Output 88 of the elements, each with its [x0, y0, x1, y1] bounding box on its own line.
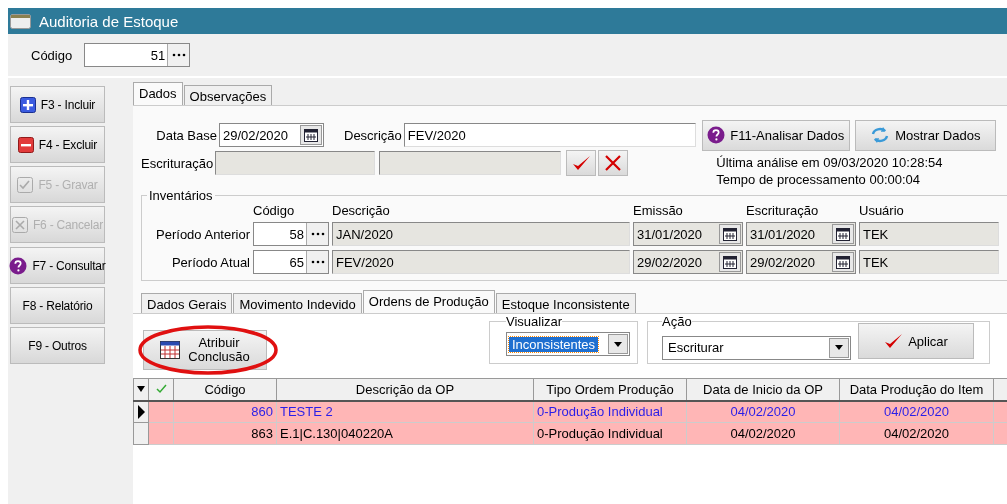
- user-field: TEK: [859, 250, 999, 274]
- column-header[interactable]: Descrição da OP: [276, 378, 534, 401]
- table-cell: E.1|C.130|040220A: [276, 422, 534, 445]
- table-cell: TESTE 2: [276, 400, 534, 423]
- sidebar-button[interactable]: F4 - Excluir: [10, 126, 105, 163]
- field-label: Descrição: [344, 127, 402, 143]
- confirm-button[interactable]: [566, 150, 597, 176]
- tab[interactable]: Dados Gerais: [141, 293, 233, 313]
- cross-icon: [11, 216, 28, 233]
- view-dropdown[interactable]: Inconsistentes: [506, 332, 630, 356]
- column-header: Emissão: [633, 203, 684, 218]
- window-title: Auditoria de Estoque: [39, 12, 179, 30]
- date-field[interactable]: 29/02/2020: [633, 250, 743, 274]
- column-header: Escrituração: [746, 203, 820, 218]
- minus-icon: [17, 136, 34, 153]
- table-cell: 04/02/2020: [839, 400, 994, 423]
- check-icon: [884, 333, 904, 349]
- apply-button[interactable]: Aplicar: [858, 323, 974, 359]
- date-field[interactable]: 31/01/2020: [633, 222, 743, 246]
- table-cell: 04/02/2020: [686, 422, 840, 445]
- check-icon: [155, 384, 167, 395]
- window-icon: [10, 13, 31, 29]
- code-field[interactable]: 51: [84, 43, 191, 67]
- tab[interactable]: Dados: [133, 82, 183, 105]
- description-field: FEV/2020: [332, 250, 630, 274]
- calendar-icon: [304, 128, 318, 142]
- table-cell: 0-Produção Individual: [533, 422, 687, 445]
- date-field[interactable]: 31/01/2020: [746, 222, 856, 246]
- cancel-button[interactable]: [598, 150, 629, 176]
- group-title: Inventários: [148, 188, 214, 203]
- plus-icon: [19, 96, 36, 113]
- calendar-icon: [723, 227, 737, 241]
- check-icon: [17, 176, 34, 193]
- check-icon: [571, 155, 591, 171]
- column-header: Código: [253, 203, 296, 218]
- row-label: Período Anterior: [155, 226, 250, 242]
- column-header: Descrição: [332, 203, 391, 218]
- table-cell: 04/02/2020: [839, 422, 994, 445]
- date-field[interactable]: 29/02/2020: [219, 123, 324, 147]
- help-icon: [707, 126, 726, 144]
- field-label: Código: [31, 47, 73, 63]
- sidebar-button[interactable]: F7 - Consultar: [10, 247, 105, 284]
- table-row[interactable]: 863 E.1|C.130|040220A 0-Produção Individual 04/02/2020 04/02/2020: [133, 422, 1007, 445]
- sidebar-button[interactable]: F8 - Relatório: [10, 287, 105, 324]
- table-row[interactable]: 860 TESTE 2 0-Produção Individual 04/02/2020 04/02/2020: [133, 400, 1007, 423]
- tab[interactable]: Ordens de Produção: [362, 290, 495, 313]
- date-field[interactable]: 29/02/2020: [746, 250, 856, 274]
- calendar-icon: [723, 255, 737, 269]
- row-pointer-icon: [136, 403, 146, 420]
- sidebar-button[interactable]: F9 - Outros: [10, 327, 105, 364]
- description-field[interactable]: FEV/2020: [403, 123, 696, 147]
- group-title: Visualizar: [506, 314, 563, 329]
- analysis-info: Última análise em 09/03/2020 10:28:54: [716, 154, 943, 171]
- code-field[interactable]: 65: [253, 250, 329, 274]
- action-dropdown[interactable]: Escriturar: [662, 335, 851, 360]
- assign-conclusion-button[interactable]: Atribuir Conclusão: [143, 330, 267, 370]
- code-field[interactable]: 58: [253, 222, 329, 246]
- tab[interactable]: Observações: [183, 85, 273, 105]
- tab[interactable]: Movimento Indevido: [233, 293, 362, 313]
- calendar-icon: [836, 255, 850, 269]
- column-header[interactable]: Data de Inicio da OP: [686, 378, 840, 401]
- user-field: TEK: [859, 222, 999, 246]
- tab[interactable]: Estoque Inconsistente: [495, 293, 636, 313]
- calendar-icon: [160, 341, 181, 359]
- input-field[interactable]: [379, 151, 562, 175]
- column-header[interactable]: Data Produção do Item: [839, 378, 994, 401]
- processing-time: Tempo de processamento 00:00:04: [716, 171, 922, 188]
- field-label: Data Base: [155, 127, 217, 143]
- refresh-icon: [870, 125, 891, 145]
- table-cell: 0-Produção Individual: [533, 400, 687, 423]
- row-label: Período Atual: [170, 254, 250, 270]
- column-header[interactable]: Código: [173, 378, 277, 401]
- caret-icon: [136, 385, 146, 394]
- input-field[interactable]: [215, 151, 376, 175]
- table-cell: 04/02/2020: [686, 400, 840, 423]
- group-title: Ação: [662, 314, 692, 329]
- help-icon: [9, 256, 28, 275]
- sidebar-button[interactable]: F3 - Incluir: [10, 86, 105, 123]
- show-data-button[interactable]: Mostrar Dados: [854, 119, 996, 151]
- caret-icon: [834, 344, 844, 351]
- column-header: Usuário: [859, 203, 905, 218]
- column-header[interactable]: Tipo Ordem Produção: [533, 378, 687, 401]
- description-field: JAN/2020: [332, 222, 630, 246]
- cross-icon: [604, 154, 623, 172]
- field-label: Escrituração: [141, 155, 214, 171]
- analyze-button[interactable]: F11-Analisar Dados: [701, 119, 850, 151]
- caret-icon: [613, 340, 623, 348]
- calendar-icon: [836, 227, 850, 241]
